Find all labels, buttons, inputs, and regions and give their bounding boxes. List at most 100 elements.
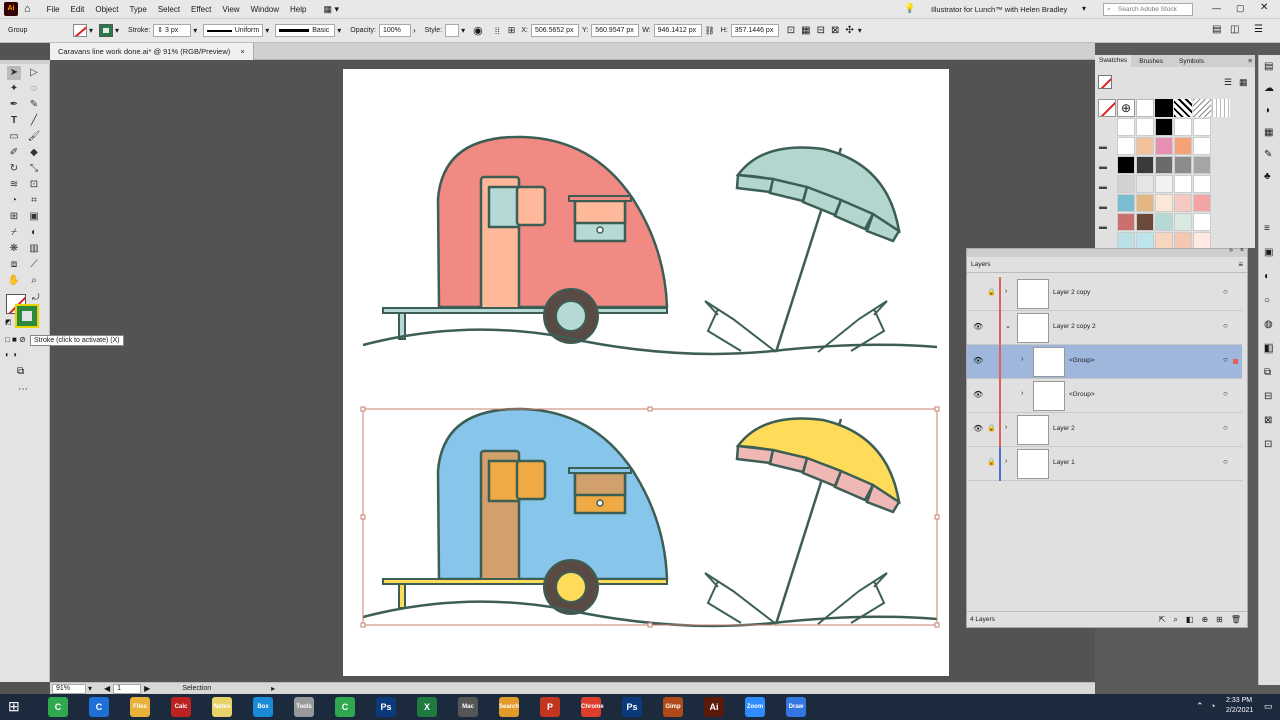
swatch-color[interactable] bbox=[1117, 175, 1135, 193]
column-graph-tool-icon[interactable]: ▥ bbox=[27, 242, 41, 256]
artboard-tool-icon[interactable]: ⧈ bbox=[7, 258, 21, 272]
notification-icon[interactable]: ▭ bbox=[1264, 701, 1273, 712]
folder-icon[interactable]: ▬ bbox=[1099, 217, 1107, 237]
hand-tool-icon[interactable]: ✋ bbox=[7, 274, 21, 288]
pathfinder-icon[interactable]: ⊠ bbox=[1264, 415, 1272, 426]
chevron-down-icon[interactable]: ▾ bbox=[115, 26, 119, 35]
delete-layer-icon[interactable]: 🗑 bbox=[1231, 615, 1241, 624]
taskbar-app-icon[interactable]: Draw bbox=[786, 697, 806, 717]
workspace-switcher-icon[interactable]: ▦ ▾ bbox=[323, 4, 339, 15]
stroke-color-box[interactable] bbox=[15, 304, 39, 328]
appearance-icon[interactable]: ○ bbox=[1264, 295, 1270, 306]
graphic-styles-icon[interactable]: ◍ bbox=[1264, 319, 1273, 330]
align-panel-icon[interactable]: ⊟ bbox=[1264, 391, 1272, 402]
paintbrush-tool-icon[interactable]: 🖌 bbox=[27, 130, 41, 144]
artboard-prev-icon[interactable]: ◀ bbox=[104, 684, 110, 693]
swatch-color[interactable] bbox=[1117, 194, 1135, 212]
blend-tool-icon[interactable]: ◐ bbox=[27, 226, 41, 240]
stroke-swatch[interactable] bbox=[99, 24, 114, 37]
panel-menu-icon[interactable]: ≡ bbox=[1238, 260, 1243, 269]
chevron-down-icon[interactable]: ▾ bbox=[265, 26, 269, 35]
expand-arrow-icon[interactable]: › bbox=[1005, 288, 1007, 295]
default-colors-icon[interactable]: ◩ bbox=[5, 318, 12, 326]
layers-icon[interactable]: ◧ bbox=[1264, 343, 1274, 354]
close-panel-icon[interactable]: × bbox=[1240, 247, 1244, 254]
visibility-eye-icon[interactable]: 👁 bbox=[973, 322, 983, 331]
swatch-color[interactable] bbox=[1155, 194, 1173, 212]
libraries-icon[interactable]: ☁ bbox=[1264, 83, 1274, 94]
color-mode-icon[interactable]: □ ■ ⊘ bbox=[5, 335, 26, 344]
folder-icon[interactable]: ▬ bbox=[1099, 157, 1107, 177]
layer-name[interactable]: <Group> bbox=[1069, 391, 1095, 398]
stock-search-input[interactable]: ⌕ Search Adobe Stock bbox=[1103, 3, 1193, 16]
gradient-icon[interactable]: ▣ bbox=[1264, 247, 1273, 258]
target-icon[interactable]: ○ bbox=[1223, 389, 1228, 398]
swatch-color[interactable] bbox=[1193, 118, 1211, 136]
edit-toolbar-icon[interactable]: ⋯ bbox=[18, 384, 28, 395]
swatch-color[interactable] bbox=[1155, 175, 1173, 193]
layer-row[interactable]: 👁 ⌄ Layer 2 copy 2 ○ bbox=[967, 311, 1242, 345]
target-icon[interactable]: ○ bbox=[1223, 423, 1228, 432]
layer-name[interactable]: Layer 2 copy 2 bbox=[1053, 323, 1096, 330]
chevron-down-icon[interactable]: ▾ bbox=[89, 26, 93, 35]
shape-builder-tool-icon[interactable]: ◔ bbox=[7, 194, 21, 208]
target-icon[interactable]: ○ bbox=[1223, 457, 1228, 466]
layer-name[interactable]: Layer 1 bbox=[1053, 459, 1075, 466]
transparency-icon[interactable]: ◐ bbox=[1264, 271, 1270, 282]
target-icon[interactable]: ○ bbox=[1223, 355, 1228, 364]
magic-wand-tool-icon[interactable]: ✦ bbox=[7, 82, 21, 96]
new-layer-icon[interactable]: ⊞ bbox=[1216, 615, 1223, 624]
swatch-color[interactable] bbox=[1193, 175, 1211, 193]
grid-options-icon[interactable]: ▦ bbox=[801, 25, 810, 36]
stroke-icon[interactable]: ≡ bbox=[1264, 223, 1270, 234]
symbols-icon[interactable]: ♣ bbox=[1264, 171, 1271, 182]
taskbar-app-icon[interactable]: P bbox=[540, 697, 560, 717]
visibility-eye-icon[interactable]: 👁 bbox=[973, 356, 983, 365]
properties-icon[interactable]: ▤ bbox=[1264, 61, 1273, 72]
taskbar-app-icon[interactable]: Tools bbox=[294, 697, 314, 717]
arrange-docs-icon[interactable]: ◫ bbox=[1230, 24, 1239, 35]
h-field[interactable]: 357.1446 px bbox=[730, 24, 779, 37]
menu-edit[interactable]: Edit bbox=[71, 5, 85, 14]
zoom-field[interactable]: 91% bbox=[52, 683, 86, 694]
mesh-tool-icon[interactable]: ⊞ bbox=[7, 210, 21, 224]
expand-arrow-icon[interactable]: › bbox=[1005, 458, 1007, 465]
taskbar-app-icon[interactable]: Box bbox=[253, 697, 273, 717]
lasso-tool-icon[interactable]: ◌ bbox=[27, 82, 41, 96]
curvature-tool-icon[interactable]: ✎ bbox=[27, 98, 41, 112]
x-field[interactable]: 506.5652 px bbox=[530, 24, 579, 37]
swatch-color[interactable] bbox=[1117, 213, 1135, 231]
symbol-sprayer-tool-icon[interactable]: ❋ bbox=[7, 242, 21, 256]
shaper-tool-icon[interactable]: ✐ bbox=[7, 146, 21, 160]
taskbar-app-icon[interactable]: Notes bbox=[212, 697, 232, 717]
close-button[interactable]: ✕ bbox=[1260, 2, 1268, 13]
taskbar-app-icon[interactable]: X bbox=[417, 697, 437, 717]
toolbar-grip[interactable] bbox=[0, 60, 50, 64]
minimize-button[interactable]: — bbox=[1212, 3, 1221, 13]
draw-mode-icon[interactable]: ◐ ◑ bbox=[5, 350, 17, 359]
expand-arrow-icon[interactable]: › bbox=[1021, 356, 1023, 363]
taskbar-app-icon[interactable]: Files bbox=[130, 697, 150, 717]
maximize-button[interactable]: ▢ bbox=[1236, 3, 1245, 14]
windows-start-icon[interactable]: ⊞ bbox=[8, 698, 20, 715]
taskbar-app-icon[interactable]: C bbox=[335, 697, 355, 717]
align-icon[interactable]: ⁞⁞ bbox=[495, 26, 500, 36]
taskbar-app-icon[interactable]: C bbox=[48, 697, 68, 717]
swatch-color[interactable] bbox=[1136, 118, 1154, 136]
visibility-eye-icon[interactable]: 👁 bbox=[973, 424, 983, 433]
puppet-icon[interactable]: ✣ bbox=[845, 25, 853, 36]
gradient-tool-icon[interactable]: ▣ bbox=[27, 210, 41, 224]
swatch-color[interactable] bbox=[1174, 213, 1192, 231]
swatch-color[interactable] bbox=[1193, 213, 1211, 231]
stroke-weight-field[interactable]: ⇕ 3 px bbox=[153, 24, 192, 37]
swatch-color[interactable] bbox=[1193, 194, 1211, 212]
taskbar-app-icon[interactable]: Ps bbox=[622, 697, 642, 717]
taskbar-app-icon[interactable]: Chrome bbox=[581, 697, 604, 717]
collapse-panel-icon[interactable]: » bbox=[1229, 247, 1233, 254]
opacity-field[interactable]: 100% bbox=[378, 24, 411, 37]
swatch-fill-stroke-indicator[interactable] bbox=[1098, 75, 1112, 89]
link-icon[interactable]: ⛓ bbox=[705, 26, 715, 35]
swatch-color[interactable] bbox=[1136, 137, 1154, 155]
layer-row[interactable]: 🔒 › Layer 2 copy ○ bbox=[967, 277, 1242, 311]
clock-date[interactable]: 2/2/2021 bbox=[1226, 707, 1253, 714]
